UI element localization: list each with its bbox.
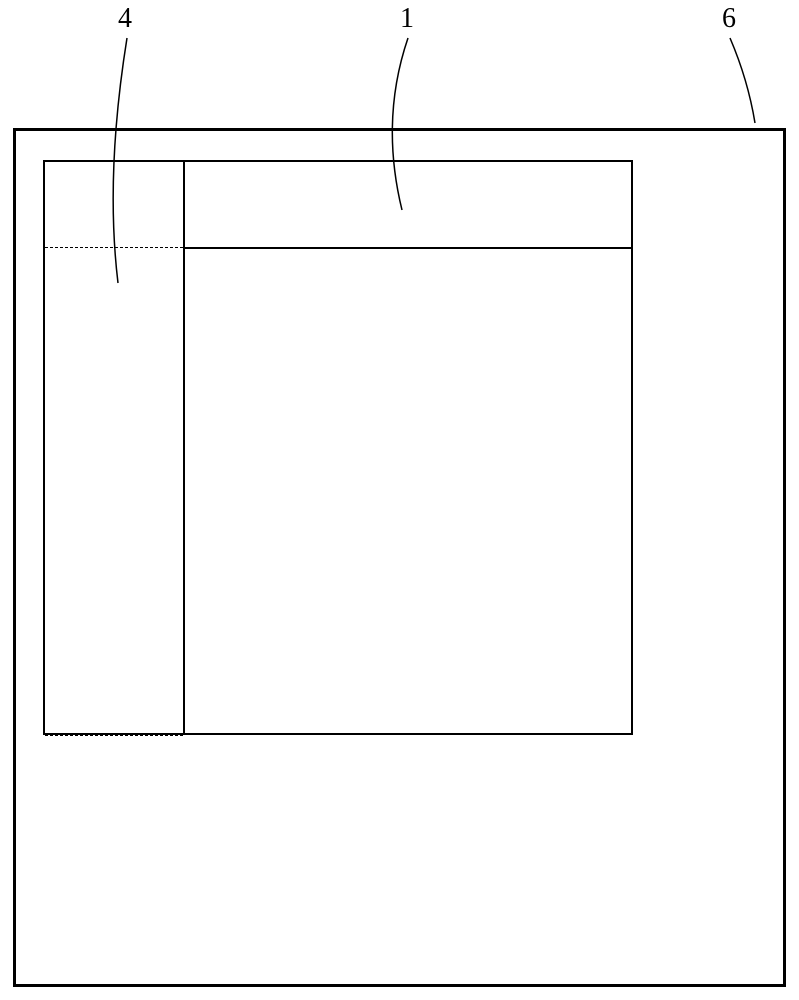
inner-square-1 [183,247,633,735]
dashed-line-top [45,247,183,248]
dashed-line-bottom [45,735,183,736]
